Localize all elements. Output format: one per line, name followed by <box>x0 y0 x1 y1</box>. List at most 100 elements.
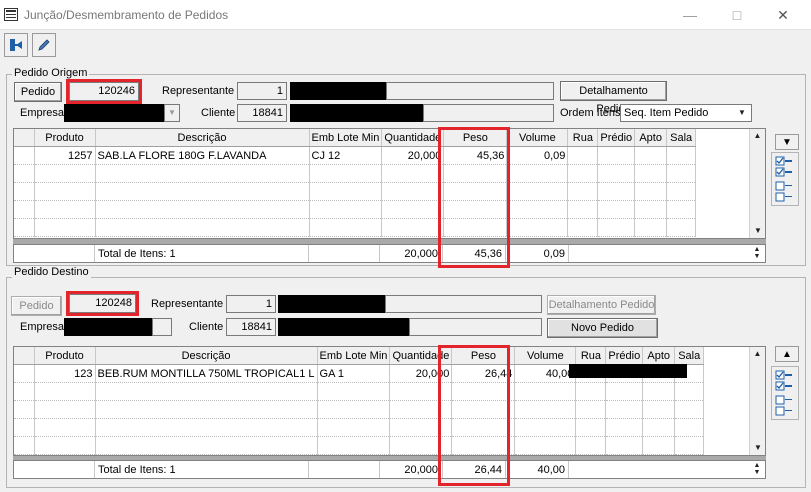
origem-pedido-button[interactable]: Pedido <box>14 82 62 102</box>
scroll-down-icon[interactable]: ▼ <box>750 443 765 453</box>
col-header-volume[interactable]: Volume <box>506 129 569 147</box>
table-row[interactable] <box>14 382 705 401</box>
cell-produto[interactable]: 123 <box>34 364 96 383</box>
table-row[interactable] <box>14 436 705 455</box>
cell-descricao[interactable]: SAB.LA FLORE 180G F.LAVANDA <box>95 146 310 165</box>
origem-detalhamento-button[interactable]: Detalhamento Pedido <box>560 81 667 115</box>
cell-volume[interactable]: 40,00 <box>514 364 577 383</box>
minimize-icon[interactable]: — <box>680 6 700 24</box>
cell-volume[interactable]: 0,09 <box>506 146 569 165</box>
table-row[interactable] <box>14 200 697 219</box>
ordem-itens-select[interactable]: Seq. Item Pedido ▼ <box>620 104 752 122</box>
app-icon <box>4 8 18 21</box>
deselect-all-icon[interactable] <box>775 181 793 203</box>
destino-empresa-name-field <box>152 318 172 336</box>
cell-quantidade[interactable]: 20,000 <box>381 146 445 165</box>
destino-representante-name-field <box>385 295 542 313</box>
origem-total-itens: Total de Itens: 1 <box>98 248 176 260</box>
destino-items-grid[interactable]: Produto Descrição Emb Lote Min Quantidad… <box>13 346 766 456</box>
ordem-itens-value: Seq. Item Pedido <box>624 107 709 119</box>
col-header-emb-lote-min[interactable]: Emb Lote Min <box>317 347 391 365</box>
destino-representante-input[interactable]: 1 <box>226 295 276 313</box>
col-header-apto[interactable]: Apto <box>642 347 676 365</box>
destino-cliente-name <box>278 318 409 336</box>
col-header-volume[interactable]: Volume <box>514 347 577 365</box>
destino-totals-spinner[interactable]: ▲ ▼ <box>750 462 764 476</box>
col-header-rua[interactable]: Rua <box>567 129 599 147</box>
move-down-button[interactable]: ▼ <box>775 134 799 150</box>
cell-descricao[interactable]: BEB.RUM MONTILLA 750ML TROPICAL1 L <box>95 364 318 383</box>
row-selector[interactable] <box>14 146 35 165</box>
origem-vertical-scrollbar[interactable]: ▲ ▼ <box>749 129 765 238</box>
scroll-down-icon[interactable]: ▼ <box>750 226 765 236</box>
cell-produto[interactable]: 1257 <box>34 146 96 165</box>
destino-cliente-input[interactable]: 18841 <box>226 318 276 336</box>
col-header-predio[interactable]: Prédio <box>597 129 636 147</box>
origem-cliente-label: Cliente <box>201 107 236 119</box>
col-header-predio[interactable]: Prédio <box>605 347 644 365</box>
select-all-icon[interactable] <box>775 156 793 178</box>
row-selector[interactable] <box>14 364 35 383</box>
pencil-icon <box>38 39 50 51</box>
table-row[interactable] <box>14 164 697 183</box>
scroll-up-icon[interactable]: ▲ <box>750 349 765 359</box>
cell-apto[interactable] <box>634 146 668 165</box>
destino-total-quantidade: 20,000 <box>404 464 438 476</box>
destino-representante-name <box>278 295 385 313</box>
col-header-descricao[interactable]: Descrição <box>95 347 318 365</box>
scroll-up-icon[interactable]: ▲ <box>750 131 765 141</box>
origem-cliente-input[interactable]: 18841 <box>237 104 287 122</box>
exit-button[interactable] <box>4 33 28 57</box>
destino-empresa-input[interactable] <box>64 318 152 336</box>
table-row[interactable] <box>14 400 705 419</box>
cell-emb-lote-min[interactable]: CJ 12 <box>309 146 383 165</box>
destino-pedido-button[interactable]: Pedido <box>11 296 62 316</box>
origem-representante-name-field <box>386 82 554 100</box>
col-header-quantidade[interactable]: Quantidade <box>381 129 445 147</box>
table-row[interactable] <box>14 418 705 437</box>
table-row[interactable] <box>14 218 697 237</box>
destino-location-redacted <box>569 364 687 378</box>
col-header-descricao[interactable]: Descrição <box>95 129 310 147</box>
origem-pedido-input[interactable]: 120246 <box>69 82 139 101</box>
table-row[interactable]: 1257 SAB.LA FLORE 180G F.LAVANDA CJ 12 2… <box>14 146 697 165</box>
destino-total-itens: Total de Itens: 1 <box>98 464 176 476</box>
origem-totals-spinner[interactable]: ▲ ▼ <box>750 246 764 260</box>
row-header-corner <box>14 129 35 147</box>
novo-pedido-button[interactable]: Novo Pedido <box>547 318 658 338</box>
triangle-down-icon: ▼ <box>782 136 792 148</box>
origem-empresa-input[interactable] <box>64 104 164 122</box>
cell-emb-lote-min[interactable]: GA 1 <box>317 364 391 383</box>
col-header-produto[interactable]: Produto <box>34 129 96 147</box>
close-icon[interactable]: ✕ <box>773 6 793 24</box>
deselect-all-icon[interactable] <box>775 395 793 417</box>
move-up-button[interactable]: ▲ <box>775 346 799 362</box>
origem-empresa-label: Empresa <box>20 107 65 119</box>
col-header-produto[interactable]: Produto <box>34 347 96 365</box>
destino-totals-bar: Total de Itens: 1 20,000 26,44 40,00 ▲ ▼ <box>13 460 766 479</box>
origem-representante-label: Representante <box>162 85 235 97</box>
table-row[interactable] <box>14 182 697 201</box>
window-title: Junção/Desmembramento de Pedidos <box>24 8 229 22</box>
col-header-rua[interactable]: Rua <box>575 347 607 365</box>
destino-vertical-scrollbar[interactable]: ▲ ▼ <box>749 347 765 455</box>
origem-cliente-name-field <box>423 104 554 122</box>
cell-predio[interactable] <box>597 146 636 165</box>
cell-rua[interactable] <box>567 146 599 165</box>
exit-door-icon <box>10 39 22 51</box>
chevron-down-icon: ▼ <box>168 108 176 117</box>
origem-peso-highlight <box>438 127 510 268</box>
edit-button[interactable] <box>32 33 56 57</box>
maximize-icon[interactable]: □ <box>727 6 747 24</box>
origem-items-grid[interactable]: Produto Descrição Emb Lote Min Quantidad… <box>13 128 766 239</box>
col-header-sala[interactable]: Sala <box>666 129 697 147</box>
col-header-emb-lote-min[interactable]: Emb Lote Min <box>309 129 383 147</box>
destino-pedido-input[interactable]: 120248 <box>69 294 136 313</box>
origem-empresa-dropdown[interactable]: ▼ <box>164 104 180 122</box>
cell-sala[interactable] <box>666 146 697 165</box>
destino-detalhamento-button[interactable]: Detalhamento Pedido <box>547 295 656 315</box>
col-header-sala[interactable]: Sala <box>674 347 705 365</box>
origem-representante-input[interactable]: 1 <box>237 82 287 100</box>
select-all-icon[interactable] <box>775 370 793 392</box>
col-header-apto[interactable]: Apto <box>634 129 668 147</box>
